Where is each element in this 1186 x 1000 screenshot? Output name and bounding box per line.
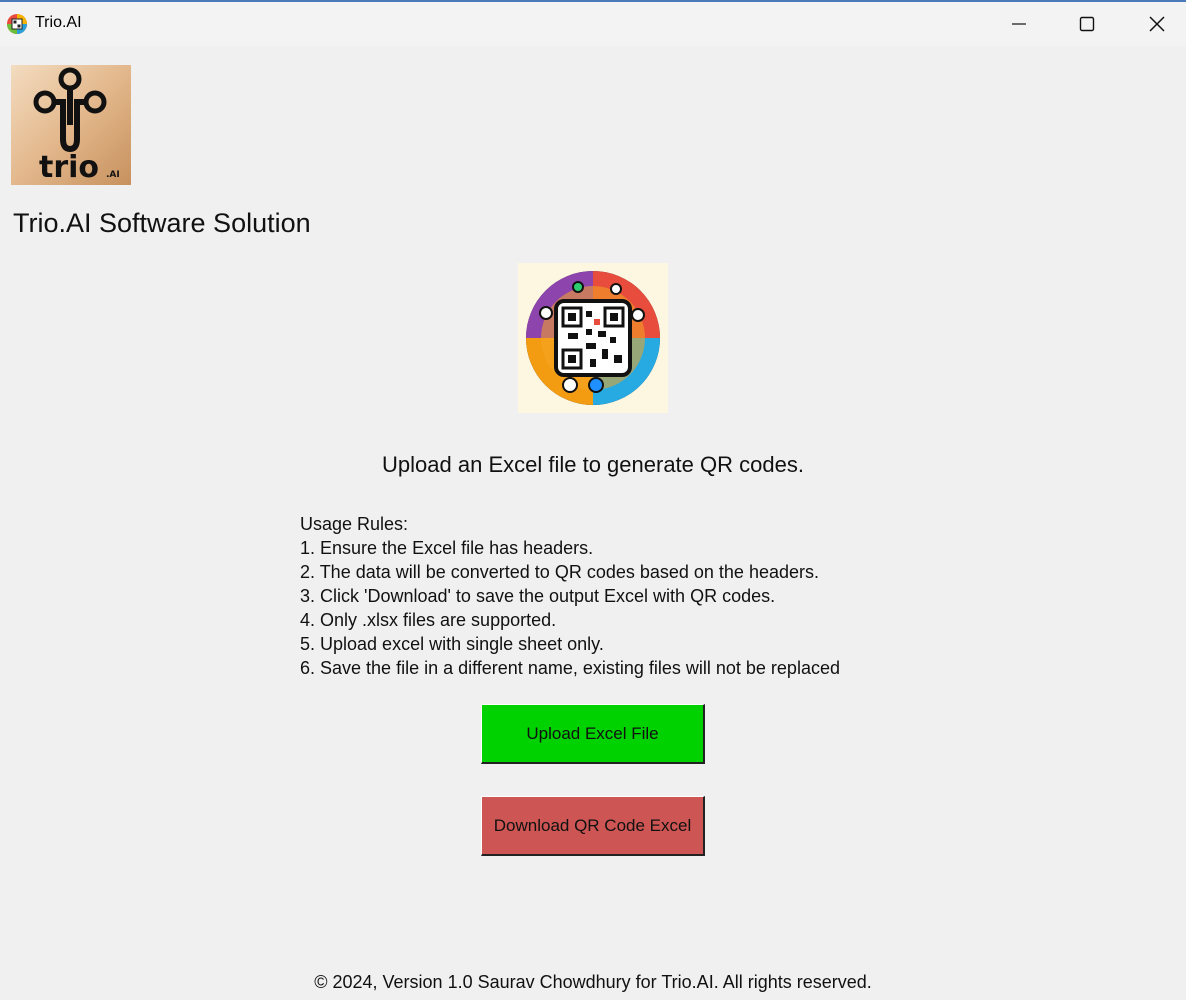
usage-rule-item: 4. Only .xlsx files are supported.	[300, 610, 557, 630]
qr-code-illustration	[518, 263, 668, 413]
window-title: Trio.AI	[35, 14, 82, 31]
minimize-button[interactable]	[984, 2, 1054, 46]
app-window: Trio.AI trio .AI Trio.AI Software Soluti…	[0, 0, 1186, 1000]
close-icon	[1149, 16, 1165, 32]
usage-rule-item: 2. The data will be converted to QR code…	[300, 562, 819, 582]
company-name: Trio.AI Software Solution	[13, 208, 311, 238]
close-button[interactable]	[1122, 2, 1186, 46]
logo-wordmark: trio	[39, 150, 99, 185]
usage-rules: Usage Rules: 1. Ensure the Excel file ha…	[300, 512, 840, 680]
footer-copyright: © 2024, Version 1.0 Saurav Chowdhury for…	[314, 972, 872, 992]
title-bar[interactable]: Trio.AI	[0, 0, 1186, 46]
trio-logo: trio .AI	[11, 65, 131, 185]
usage-rule-item: 5. Upload excel with single sheet only.	[300, 634, 604, 654]
maximize-button[interactable]	[1052, 2, 1122, 46]
upload-excel-button[interactable]: Upload Excel File	[481, 704, 705, 764]
minimize-icon	[1012, 23, 1026, 25]
app-icon	[7, 14, 27, 34]
usage-rules-heading: Usage Rules:	[300, 514, 409, 534]
usage-rule-item: 1. Ensure the Excel file has headers.	[300, 538, 594, 558]
usage-rule-item: 6. Save the file in a different name, ex…	[300, 658, 840, 678]
maximize-icon	[1079, 16, 1095, 32]
download-qr-excel-button[interactable]: Download QR Code Excel	[481, 796, 705, 856]
usage-rule-item: 3. Click 'Download' to save the output E…	[300, 586, 776, 606]
instructions-subtitle: Upload an Excel file to generate QR code…	[382, 452, 804, 477]
logo-wordmark-suffix: .AI	[106, 170, 120, 180]
